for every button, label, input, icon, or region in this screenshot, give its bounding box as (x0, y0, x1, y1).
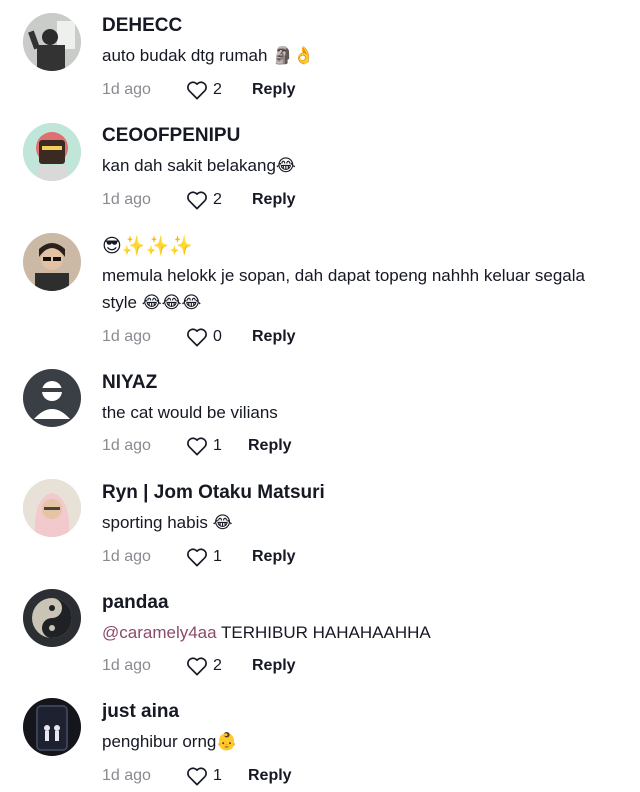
avatar[interactable] (23, 589, 81, 647)
avatar[interactable] (23, 369, 81, 427)
comment-text-body: the cat would be vilians (102, 403, 278, 422)
like-button[interactable]: 1 (186, 436, 248, 456)
comment-username[interactable]: DEHECC (102, 14, 620, 38)
comment-time: 1d ago (102, 328, 151, 345)
comment-meta: 1d ago 2 Reply (102, 78, 620, 102)
comment-text-body: kan dah sakit belakang (102, 156, 276, 175)
comment-username[interactable]: pandaa (102, 591, 620, 615)
heart-outline-icon (187, 548, 207, 567)
heart-outline-icon (187, 191, 207, 210)
reply-button[interactable]: Reply (252, 657, 296, 675)
comment-content: 😎✨✨✨ memula helokk je sopan, dah dapat t… (102, 234, 620, 349)
comment-meta: 1d ago 2 Reply (102, 188, 620, 212)
comment-emoji: 😂 (275, 156, 296, 176)
heart-outline-icon (187, 437, 207, 456)
comment-time: 1d ago (102, 548, 151, 565)
comment-username[interactable]: Ryn | Jom Otaku Matsuri (102, 481, 620, 505)
like-count: 0 (213, 328, 222, 345)
comment-text: the cat would be vilians (102, 399, 620, 426)
comment-emoji: 👶 (216, 732, 238, 752)
heart-outline-icon (187, 81, 207, 100)
comment-text: @caramely4aa TERHIBUR HAHAHAAHHA (102, 619, 620, 646)
avatar[interactable] (23, 123, 81, 181)
like-button[interactable]: 1 (186, 766, 248, 786)
like-button[interactable]: 2 (186, 80, 252, 100)
comment-text-body: TERHIBUR HAHAHAAHHA (221, 623, 431, 642)
comment-time: 1d ago (102, 657, 151, 674)
comment-meta: 1d ago 0 Reply (102, 325, 620, 349)
like-count: 1 (213, 767, 222, 784)
comment-content: CEOOFPENIPU kan dah sakit belakang😂 1d a… (102, 124, 620, 212)
comment-emoji: 😂😂😂 (141, 293, 202, 313)
like-button[interactable]: 2 (186, 656, 252, 676)
comment-meta: 1d ago 1 Reply (102, 764, 620, 788)
reply-button[interactable]: Reply (252, 548, 296, 566)
avatar[interactable] (23, 233, 81, 291)
like-count: 2 (213, 81, 222, 98)
mention-link[interactable]: @caramely4aa (102, 623, 217, 642)
comment-text-body: sporting habis (102, 513, 208, 532)
comment-meta: 1d ago 1 Reply (102, 434, 620, 458)
comment-text: penghibur orng👶 (102, 728, 620, 756)
reply-button[interactable]: Reply (252, 191, 296, 209)
reply-button[interactable]: Reply (248, 767, 292, 785)
comment-content: DEHECC auto budak dtg rumah 🗿👌 1d ago 2 … (102, 14, 620, 102)
avatar[interactable] (23, 13, 81, 71)
comment-time: 1d ago (102, 437, 151, 454)
like-count: 1 (213, 548, 222, 565)
comment-text-body: auto budak dtg rumah (102, 46, 268, 65)
comment-content: pandaa @caramely4aa TERHIBUR HAHAHAAHHA … (102, 591, 620, 678)
like-count: 1 (213, 437, 222, 454)
comment-text-body: penghibur orng (102, 732, 217, 751)
comment-emoji: 🗿👌 (272, 46, 315, 66)
heart-outline-icon (187, 328, 207, 347)
comment-text: kan dah sakit belakang😂 (102, 152, 620, 180)
comment-content: just aina penghibur orng👶 1d ago 1 Reply (102, 700, 620, 788)
reply-button[interactable]: Reply (252, 81, 296, 99)
comment-meta: 1d ago 2 Reply (102, 654, 620, 678)
comment-text: memula helokk je sopan, dah dapat topeng… (102, 262, 620, 317)
like-count: 2 (213, 191, 222, 208)
reply-button[interactable]: Reply (252, 328, 296, 346)
comment-username[interactable]: CEOOFPENIPU (102, 124, 620, 148)
comment-meta: 1d ago 1 Reply (102, 545, 620, 569)
avatar[interactable] (23, 698, 81, 756)
comment-emoji: 😂 (212, 513, 233, 533)
comment-time: 1d ago (102, 81, 151, 98)
like-button[interactable]: 2 (186, 190, 252, 210)
reply-button[interactable]: Reply (248, 437, 292, 455)
comment-content: Ryn | Jom Otaku Matsuri sporting habis 😂… (102, 481, 620, 569)
comment-list: DEHECC auto budak dtg rumah 🗿👌 1d ago 2 … (0, 0, 640, 792)
comment-username[interactable]: NIYAZ (102, 371, 620, 395)
comment-text: auto budak dtg rumah 🗿👌 (102, 42, 620, 70)
comment-time: 1d ago (102, 767, 151, 784)
like-count: 2 (213, 657, 222, 674)
heart-outline-icon (187, 657, 207, 676)
comment-content: NIYAZ the cat would be vilians 1d ago 1 … (102, 371, 620, 458)
like-button[interactable]: 0 (186, 327, 252, 347)
comment-text: sporting habis 😂 (102, 509, 620, 537)
like-button[interactable]: 1 (186, 547, 252, 567)
comment-username[interactable]: 😎✨✨✨ (102, 234, 620, 258)
heart-outline-icon (187, 767, 207, 786)
comment-time: 1d ago (102, 191, 151, 208)
avatar[interactable] (23, 479, 81, 537)
comment-username[interactable]: just aina (102, 700, 620, 724)
